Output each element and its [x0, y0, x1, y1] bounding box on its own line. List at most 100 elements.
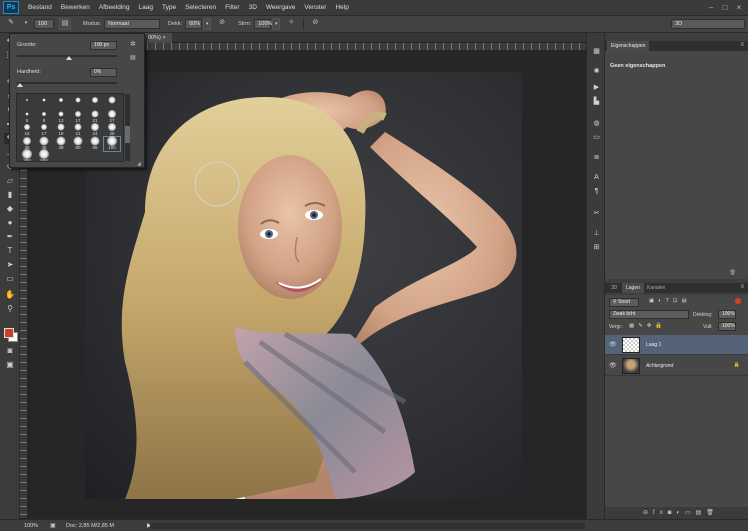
menu-3d[interactable]: 3D	[249, 4, 257, 11]
brush-preset[interactable]: 16	[19, 123, 35, 137]
brush-preset[interactable]: 5	[19, 110, 35, 124]
zoom-tool-icon[interactable]: ⚲	[4, 303, 16, 314]
brush-preset[interactable]	[19, 96, 35, 110]
hardness-slider[interactable]	[17, 82, 117, 84]
panel-menu-icon[interactable]: ≡	[740, 284, 744, 290]
layer-opacity-field[interactable]: 100%	[718, 310, 736, 319]
brush-tool-icon[interactable]: ✎	[5, 18, 17, 30]
document-tab[interactable]: 00%) ×	[142, 33, 172, 43]
layer-row-laag-1[interactable]: 👁 Laag 1	[605, 335, 748, 355]
eraser-tool-icon[interactable]: ▱	[4, 175, 16, 186]
history-icon[interactable]: ▦	[591, 47, 602, 57]
layer-footer-icons[interactable]: ⊖fx◙◐▭▤🗑	[643, 509, 719, 516]
type-tool-icon[interactable]: T	[4, 245, 16, 256]
brush-preset[interactable]: 27	[104, 109, 120, 124]
brush-preset[interactable]: 500	[36, 149, 52, 161]
zoom-level[interactable]: 100%	[24, 523, 38, 529]
trash-icon[interactable]: 🗑	[730, 270, 736, 276]
gradient-tool-icon[interactable]: ▮	[4, 189, 16, 200]
blend-mode-select[interactable]: Zwak licht	[609, 310, 689, 319]
brush-preset[interactable]: 18	[53, 123, 69, 137]
brush-size-field[interactable]: 100 px	[90, 41, 117, 50]
brush-preset[interactable]: 13	[53, 110, 69, 124]
hardness-slider-thumb[interactable]	[17, 83, 23, 87]
paragraph-icon[interactable]: ¶	[591, 187, 602, 197]
hardness-field[interactable]: 0%	[90, 68, 117, 77]
menu-venster[interactable]: Venster	[304, 4, 326, 11]
airbrush-icon[interactable]: ✧	[285, 18, 297, 30]
menu-bewerken[interactable]: Bewerken	[61, 4, 90, 11]
adjustments-icon[interactable]: ✺	[591, 67, 602, 77]
tab-kanalen[interactable]: Kanalen	[643, 283, 669, 293]
lock-icons[interactable]: ▦✎✥🔒	[629, 323, 666, 329]
menu-laag[interactable]: Laag	[139, 4, 153, 11]
chevron-down-icon[interactable]: ▾	[22, 18, 30, 30]
tool-presets-icon[interactable]: ≣	[591, 153, 602, 163]
brush-size-preview[interactable]: 100	[34, 19, 54, 29]
styles-icon[interactable]: ⊞	[591, 243, 602, 253]
workspace-select[interactable]: 3D	[671, 19, 745, 29]
resize-grip-icon[interactable]: ◢	[137, 161, 141, 167]
menu-type[interactable]: Type	[162, 4, 176, 11]
horizontal-scrollbar[interactable]	[150, 523, 585, 529]
path-select-tool-icon[interactable]: ➤	[4, 259, 16, 270]
menu-filter[interactable]: Filter	[225, 4, 239, 11]
flow-field[interactable]: 100%	[254, 19, 272, 29]
pressure-opacity-icon[interactable]: ⊘	[216, 18, 228, 30]
brush-preset[interactable]	[36, 96, 52, 110]
brush-preset[interactable]: 65	[87, 136, 103, 151]
actions-icon[interactable]: ▶	[591, 83, 602, 93]
maximize-icon[interactable]: □	[720, 3, 730, 13]
menu-selecteren[interactable]: Selecteren	[185, 4, 216, 11]
hand-tool-icon[interactable]: ✋	[4, 289, 16, 300]
brush-size-slider-thumb[interactable]	[66, 56, 72, 60]
menu-help[interactable]: Help	[335, 4, 348, 11]
layer-fill-field[interactable]: 100%	[718, 322, 736, 331]
brush-preset[interactable]	[104, 96, 120, 110]
swatches-icon[interactable]: ◍	[591, 119, 602, 129]
blur-tool-icon[interactable]: ◆	[4, 203, 16, 214]
histogram-icon[interactable]: ▙	[591, 97, 602, 107]
pressure-size-icon[interactable]: ⊘	[309, 18, 321, 30]
brush-preset[interactable]	[53, 96, 69, 110]
tab-lagen[interactable]: Lagen	[622, 283, 644, 293]
visibility-eye-icon[interactable]: 👁	[609, 341, 617, 348]
close-icon[interactable]: ×	[734, 3, 744, 13]
brush-presets-scrollbar[interactable]	[125, 94, 130, 161]
quick-mask-icon[interactable]: ◙	[4, 345, 16, 356]
filter-toggle-icon[interactable]	[735, 298, 741, 304]
panel-menu-icon[interactable]: ≡	[740, 42, 744, 48]
paths-icon[interactable]: ⊥	[591, 229, 602, 239]
pen-tool-icon[interactable]: ✒	[4, 231, 16, 242]
menu-bestand[interactable]: Bestand	[28, 4, 52, 11]
rectangle-tool-icon[interactable]: ▭	[4, 273, 16, 284]
brush-preset[interactable]	[70, 96, 86, 110]
brush-preset[interactable]: 9	[36, 110, 52, 124]
brush-preset[interactable]: 21	[87, 110, 103, 124]
tab-3d[interactable]: 3D	[607, 283, 621, 293]
brush-preset[interactable]: 60	[70, 136, 86, 151]
layer-filter-select[interactable]: ⚲ Soort	[609, 298, 639, 307]
flow-dropdown-icon[interactable]: ▾	[272, 18, 281, 30]
dodge-tool-icon[interactable]: ●	[4, 217, 16, 228]
layer-name[interactable]: Laag 1	[646, 342, 661, 348]
brush-preset[interactable]: 24	[87, 123, 103, 137]
opacity-dropdown-icon[interactable]: ▾	[203, 18, 212, 30]
gear-icon[interactable]: ✲	[130, 40, 136, 48]
tab-eigenschappen[interactable]: Eigenschappen	[607, 41, 650, 51]
menu-afbeelding[interactable]: Afbeelding	[99, 4, 130, 11]
portrait-photo[interactable]	[85, 72, 522, 499]
brush-preset[interactable]: 21	[70, 123, 86, 137]
brush-panel-toggle-icon[interactable]: ▤	[59, 18, 71, 30]
visibility-eye-icon[interactable]: 👁	[609, 362, 617, 369]
brush-preset[interactable]: 300	[19, 149, 35, 161]
brush-preset[interactable]: 17	[70, 110, 86, 124]
close-icon[interactable]: ×	[162, 35, 165, 41]
layer-row-achtergrond[interactable]: 👁 Achtergrond 🔒	[605, 356, 748, 376]
new-preset-icon[interactable]: ▤	[130, 54, 136, 61]
character-icon[interactable]: A	[591, 173, 602, 183]
layer-name[interactable]: Achtergrond	[646, 363, 673, 369]
scrollbar-thumb[interactable]	[125, 126, 130, 143]
screen-mode-icon[interactable]: ▣	[4, 359, 16, 370]
foreground-color-swatch[interactable]	[4, 328, 14, 338]
